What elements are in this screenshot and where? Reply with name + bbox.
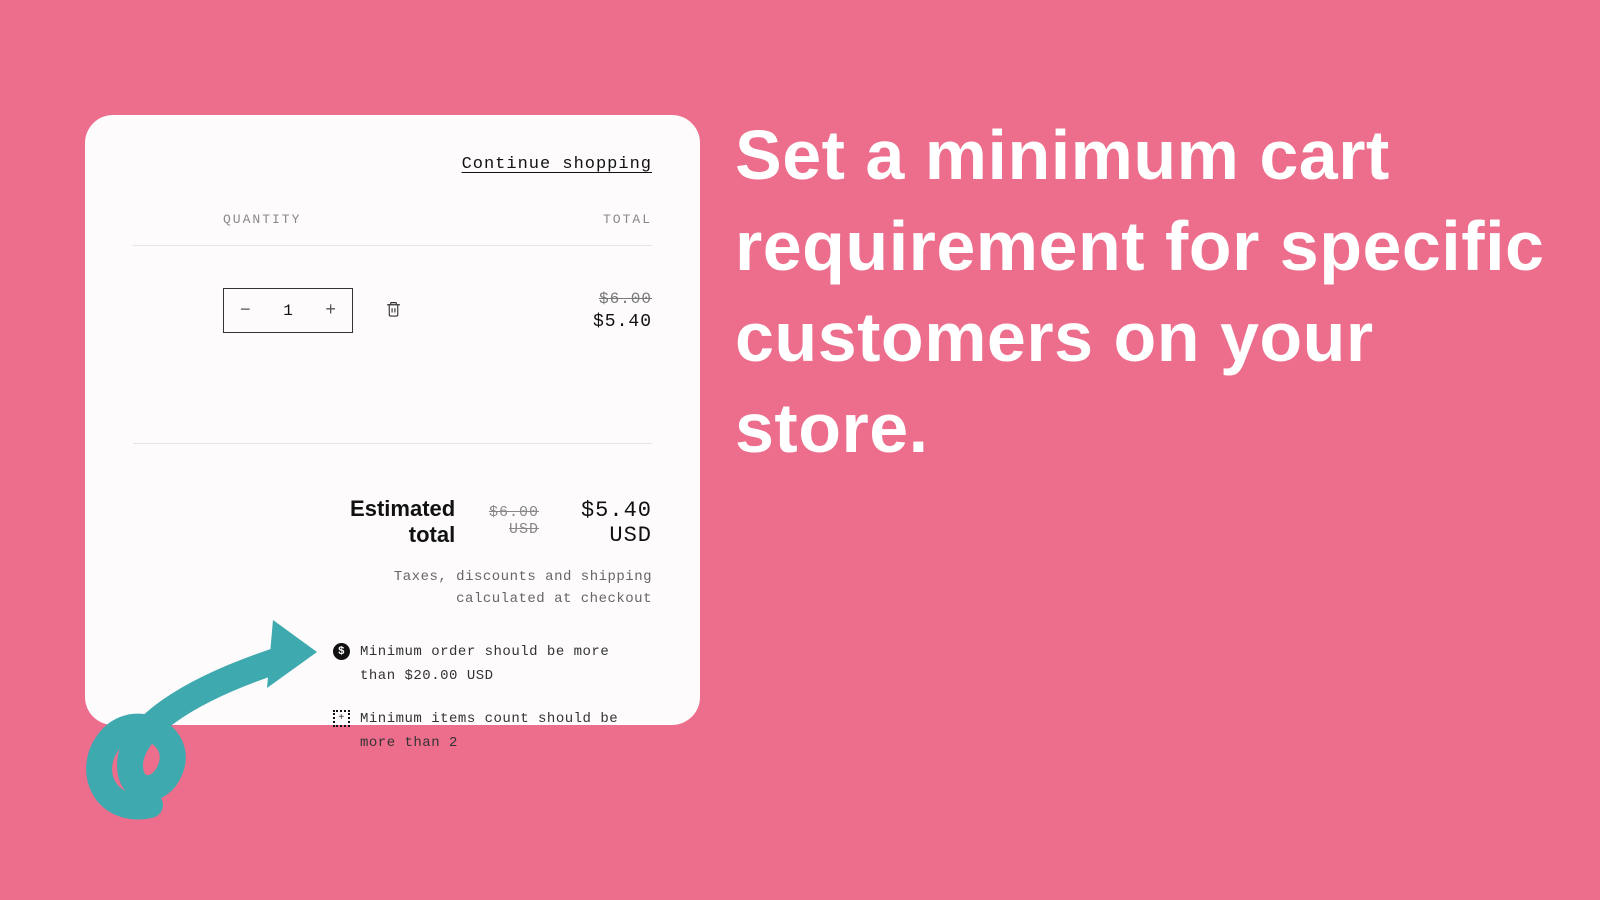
cart-column-headers: QUANTITY TOTAL (133, 212, 652, 246)
taxes-note: Taxes, discounts and shipping calculated… (333, 566, 652, 611)
header-total: TOTAL (603, 212, 652, 227)
header-quantity: QUANTITY (223, 212, 301, 227)
line-price: $5.40 (593, 312, 652, 332)
quantity-group: − 1 + (223, 288, 406, 333)
remove-item-button[interactable] (381, 296, 406, 325)
minimum-order-text: Minimum order should be more than $20.00… (360, 641, 652, 689)
estimated-total-row: Estimated total $6.00 USD $5.40 USD (333, 496, 652, 548)
dollar-icon: $ (333, 643, 350, 660)
estimated-total-label: Estimated total (333, 496, 455, 548)
estimated-new-price: $5.40 USD (553, 498, 652, 548)
estimated-old-price: $6.00 USD (469, 504, 539, 538)
line-old-price: $6.00 (593, 290, 652, 308)
decrement-button[interactable]: − (224, 301, 267, 321)
minimum-items-text: Minimum items count should be more than … (360, 708, 652, 756)
increment-button[interactable]: + (309, 301, 352, 321)
cart-line-item: − 1 + $6.00 $5.40 (133, 246, 652, 444)
minimum-order-message: $ Minimum order should be more than $20.… (333, 641, 652, 689)
items-count-icon: + (333, 710, 350, 727)
minimum-items-message: + Minimum items count should be more tha… (333, 708, 652, 756)
line-price-column: $6.00 $5.40 (593, 290, 652, 332)
continue-shopping-link[interactable]: Continue shopping (133, 155, 652, 174)
quantity-stepper[interactable]: − 1 + (223, 288, 353, 333)
quantity-value: 1 (267, 302, 310, 320)
curved-arrow-icon (35, 590, 325, 820)
trash-icon (385, 300, 402, 318)
marketing-headline: Set a minimum cart requirement for speci… (735, 110, 1555, 474)
